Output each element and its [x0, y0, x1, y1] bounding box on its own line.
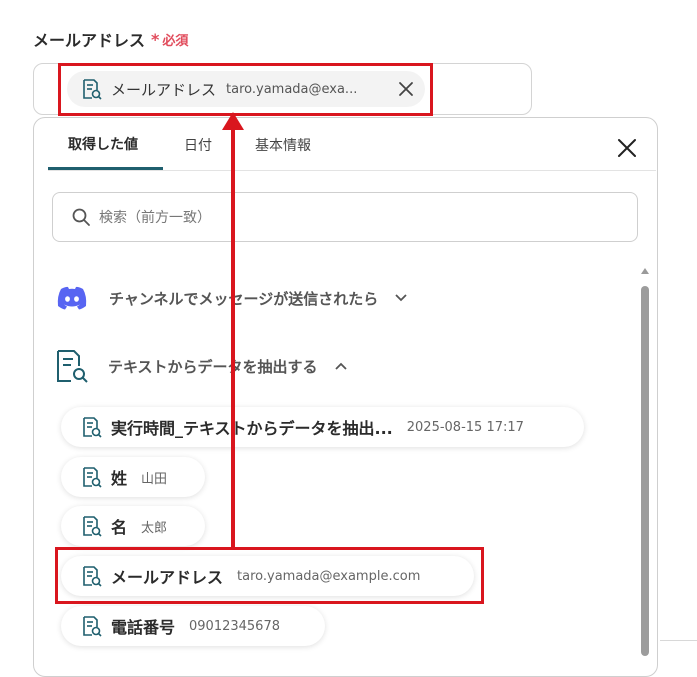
annotation-arrow-head [222, 112, 244, 130]
item-label: 姓 [111, 469, 128, 488]
chevron-up-icon[interactable] [334, 361, 348, 371]
chevron-down-icon[interactable] [394, 293, 408, 303]
document-search-icon [83, 616, 102, 637]
item-label: 実行時間_テキストからデータを抽出... [111, 419, 393, 438]
field-label: メールアドレス * 必須 [33, 27, 188, 51]
discord-icon [57, 286, 87, 310]
field-label-text: メールアドレス [33, 31, 146, 50]
list-item-first-name[interactable]: 名 太郎 [61, 506, 205, 546]
section-extract-text[interactable]: テキストからデータを抽出する [54, 348, 348, 384]
item-label: 名 [111, 518, 128, 537]
scroll-up-arrow[interactable] [641, 268, 649, 274]
document-search-icon [83, 417, 102, 438]
tab-divider [48, 170, 656, 171]
annotation-arrow-line [231, 128, 235, 550]
list-item-last-name[interactable]: 姓 山田 [61, 457, 205, 497]
required-indicator: * 必須 [151, 29, 189, 49]
close-icon[interactable] [616, 137, 638, 159]
document-search-icon [83, 516, 102, 537]
item-value: 太郎 [141, 520, 168, 536]
tab-retrieved-values[interactable]: 取得した値 [48, 120, 163, 170]
search-placeholder: 検索（前方一致） [99, 210, 211, 226]
document-search-icon [57, 350, 88, 383]
search-input[interactable]: 検索（前方一致） [52, 192, 638, 242]
list-item-phone[interactable]: 電話番号 09012345678 [61, 606, 325, 646]
item-label: 電話番号 [111, 618, 176, 637]
section-label: テキストからデータを抽出する [108, 357, 318, 376]
highlight-box-selected [58, 63, 433, 116]
divider [660, 640, 697, 641]
search-icon [72, 208, 90, 226]
item-value: 09012345678 [189, 618, 280, 634]
tab-basic-info[interactable]: 基本情報 [234, 120, 344, 170]
section-label: チャンネルでメッセージが送信されたら [109, 289, 379, 308]
tab-bar: 取得した値 日付 基本情報 [48, 120, 344, 170]
scrollbar-thumb[interactable] [641, 286, 649, 656]
list-item-execution-time[interactable]: 実行時間_テキストからデータを抽出... 2025-08-15 17:17 [61, 407, 584, 447]
document-search-icon [83, 467, 102, 488]
item-value: 2025-08-15 17:17 [406, 419, 524, 435]
item-value: 山田 [141, 471, 168, 487]
highlight-box-source [55, 547, 484, 604]
